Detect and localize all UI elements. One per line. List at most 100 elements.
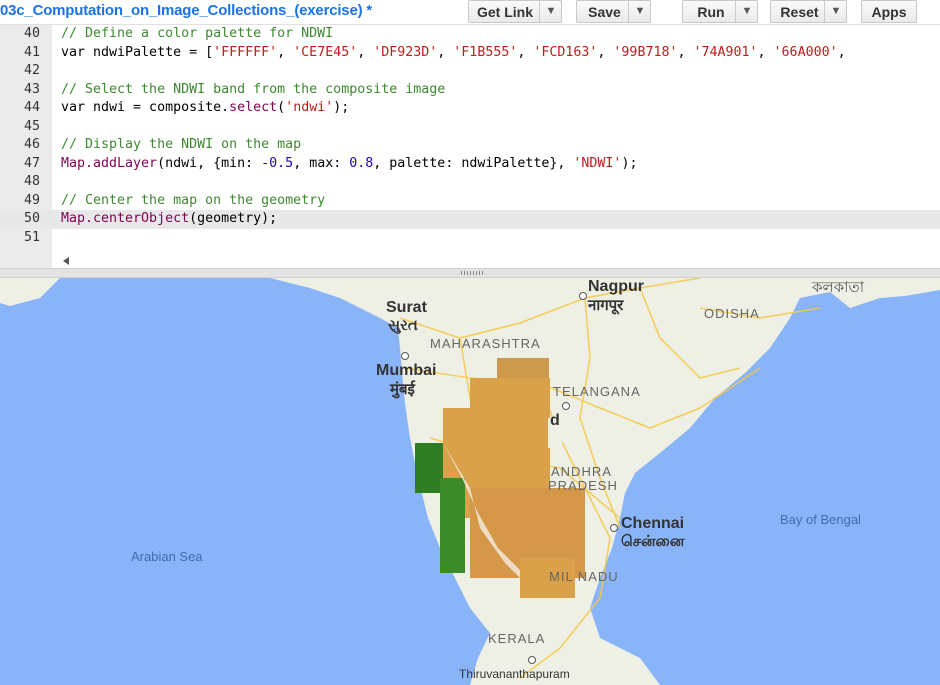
map-label-chennai: Chennai <box>621 515 685 532</box>
map-label-hyderabad-fragment: d <box>550 412 560 429</box>
run-button[interactable]: Run ▼ <box>682 0 758 23</box>
code-token: , <box>277 44 294 60</box>
reset-button[interactable]: Reset ▼ <box>770 0 847 23</box>
toolbar: 03c_Computation_on_Image_Collections_(ex… <box>0 0 940 25</box>
code-text[interactable]: var ndwiPalette = ['FFFFFF', 'CE7E45', '… <box>61 44 846 63</box>
code-text[interactable]: Map.centerObject(geometry); <box>61 210 277 229</box>
code-token: 'ndwi' <box>285 100 334 115</box>
hyderabad-marker <box>562 402 570 410</box>
code-line[interactable]: 47 Map.addLayer(ndwi, {min: -0.5, max: 0.… <box>0 155 940 174</box>
code-token: 'NDWI' <box>573 155 622 171</box>
code-line[interactable]: 42 <box>0 62 940 81</box>
chennai-marker <box>610 524 618 532</box>
code-token: select <box>229 100 278 115</box>
map-label-chennai-local: சென்னை <box>621 533 685 550</box>
code-line[interactable]: 44 var ndwi = composite.select('ndwi'); <box>0 99 940 118</box>
code-text[interactable]: // Select the NDWI band from the composi… <box>61 81 445 100</box>
code-line[interactable]: 43 // Select the NDWI band from the compo… <box>0 81 940 100</box>
code-line[interactable]: 45 <box>0 118 940 137</box>
code-token: , <box>517 44 534 60</box>
code-line[interactable]: 40 // Define a color palette for NDWI <box>0 25 940 44</box>
map-label-pradesh: PRADESH <box>548 478 618 493</box>
line-number: 46 <box>23 137 40 152</box>
code-text[interactable]: // Define a color palette for NDWI <box>61 25 333 44</box>
code-token: 'F1B555' <box>453 44 518 60</box>
reset-label: Reset <box>780 4 819 20</box>
code-token: 0.8 <box>349 155 374 171</box>
save-button[interactable]: Save ▼ <box>576 0 651 23</box>
map-view[interactable]: Nagpur नागपूर কলকাতা Surat સુરત ODISHA M… <box>0 278 940 685</box>
drag-handle-icon[interactable] <box>461 271 485 275</box>
map-label-bay-of-bengal: Bay of Bengal <box>780 512 861 527</box>
code-text[interactable]: var ndwi = composite.select('ndwi'); <box>61 99 349 118</box>
code-line[interactable]: 46 // Display the NDWI on the map <box>0 136 940 155</box>
line-number: 40 <box>23 26 40 41</box>
code-token: , <box>837 44 846 60</box>
code-token: (ndwi, {min: <box>157 155 262 171</box>
line-number: 47 <box>23 155 40 171</box>
line-number: 42 <box>23 63 40 78</box>
map-label-odisha: ODISHA <box>704 306 760 321</box>
code-token: , <box>437 44 454 60</box>
map-label-arabian-sea: Arabian Sea <box>131 549 203 564</box>
get-link-button[interactable]: Get Link ▼ <box>468 0 562 23</box>
code-token: Map.addLayer <box>61 155 158 171</box>
code-token: // Center the map on the geometry <box>61 192 326 208</box>
horizontal-scrollbar[interactable] <box>60 255 940 267</box>
line-number: 43 <box>23 81 40 97</box>
code-token: 'FFFFFF' <box>213 44 278 60</box>
code-text[interactable]: // Display the NDWI on the map <box>61 136 301 155</box>
panel-splitter[interactable] <box>0 268 940 278</box>
map-label-mumbai: Mumbai <box>376 362 437 379</box>
line-number: 48 <box>23 174 40 189</box>
code-token: (geometry); <box>189 211 278 226</box>
code-token: var ndwiPalette = [ <box>61 44 214 60</box>
code-text[interactable]: // Center the map on the geometry <box>61 192 325 211</box>
code-token: Map.centerObject <box>61 211 190 226</box>
code-token: , palette: ndwiPalette}, <box>373 155 574 171</box>
code-text[interactable]: Map.addLayer(ndwi, {min: -0.5, max: 0.8,… <box>61 155 637 174</box>
map-label-mumbai-local: मुंबई <box>390 381 415 398</box>
code-token: // Display the NDWI on the map <box>61 137 302 152</box>
code-token: , <box>597 44 614 60</box>
code-token: '66A000' <box>773 44 838 60</box>
code-token: ( <box>277 100 286 115</box>
map-label-telangana: TELANGANA <box>553 384 641 399</box>
save-label: Save <box>588 4 621 20</box>
scroll-left-icon[interactable] <box>60 255 72 267</box>
map-label-surat-local: સુરત <box>388 317 418 334</box>
run-label: Run <box>697 4 725 20</box>
code-token: , <box>357 44 374 60</box>
line-number: 50 <box>23 211 40 226</box>
line-number: 44 <box>23 100 40 115</box>
code-token: ); <box>333 100 350 115</box>
apps-button[interactable]: Apps <box>861 0 917 23</box>
code-token: 'FCD163' <box>533 44 598 60</box>
code-editor[interactable]: 40 // Define a color palette for NDWI 41 va… <box>0 25 940 268</box>
map-label-maharashtra: MAHARASHTRA <box>430 336 541 351</box>
map-label-kerala: KERALA <box>488 631 546 646</box>
script-title[interactable]: 03c_Computation_on_Image_Collections_(ex… <box>0 2 372 19</box>
code-line[interactable]: 51 <box>0 229 940 248</box>
code-line[interactable]: 50 Map.centerObject(geometry); <box>0 210 940 229</box>
apps-label: Apps <box>871 4 907 20</box>
map-label-nagpur: Nagpur <box>588 278 644 295</box>
map-label-kolkata-local: কলকাতা <box>812 279 865 296</box>
code-token: , <box>757 44 774 60</box>
line-number: 41 <box>23 44 40 60</box>
code-token: 'DF923D' <box>373 44 438 60</box>
code-line[interactable]: 41 var ndwiPalette = ['FFFFFF', 'CE7E45',… <box>0 44 940 63</box>
thiruvananthapuram-marker <box>528 656 536 664</box>
code-line[interactable]: 48 <box>0 173 940 192</box>
run-dropdown-icon[interactable]: ▼ <box>735 1 758 22</box>
reset-dropdown-icon[interactable]: ▼ <box>824 1 847 22</box>
map-label-andhra: ANDHRA <box>551 464 612 479</box>
code-token: 'CE7E45' <box>293 44 358 60</box>
save-dropdown-icon[interactable]: ▼ <box>628 1 651 22</box>
code-token: // Select the NDWI band from the composi… <box>61 81 446 97</box>
code-line[interactable]: 49 // Center the map on the geometry <box>0 192 940 211</box>
code-token: // Define a color palette for NDWI <box>61 26 334 41</box>
get-link-dropdown-icon[interactable]: ▼ <box>539 1 562 22</box>
map-label-nagpur-local: नागपूर <box>588 297 624 314</box>
map-label-surat: Surat <box>386 299 427 316</box>
